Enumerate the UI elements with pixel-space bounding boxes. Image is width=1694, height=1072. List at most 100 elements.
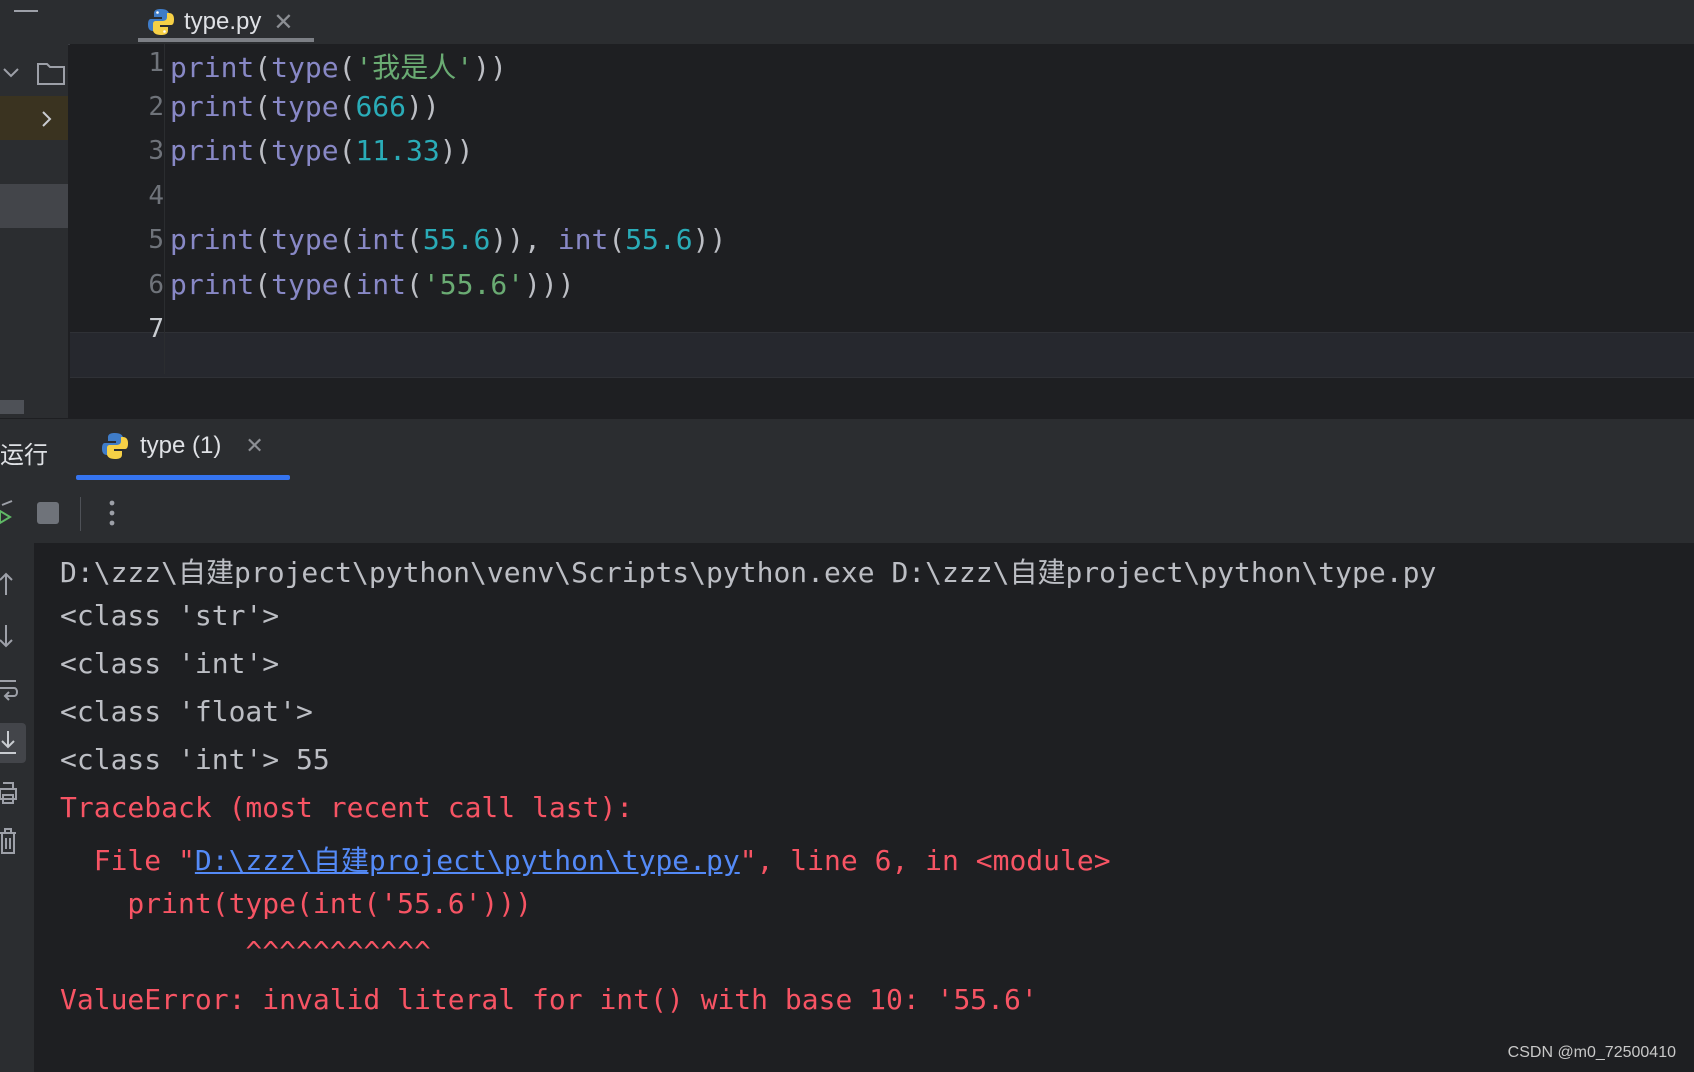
gutter-divider (164, 44, 165, 374)
token: print (170, 51, 255, 84)
print-icon[interactable] (0, 779, 18, 807)
console-output-line: <class 'int'> 55 (60, 743, 330, 776)
tree-row-selected[interactable] (0, 96, 68, 140)
token: print (170, 223, 255, 256)
folder-icon[interactable] (36, 60, 66, 86)
run-tab-label: type (1) (140, 432, 222, 459)
token: )) (692, 223, 727, 256)
console-command-line: D:\zzz\自建project\python\venv\Scripts\pyt… (60, 556, 1437, 589)
token: int (355, 268, 407, 301)
code-line-3[interactable]: print(type(11.33)) (170, 134, 473, 167)
trash-icon[interactable] (0, 827, 18, 857)
token: ( (254, 268, 272, 301)
token: 666 (355, 90, 407, 123)
line-number-current: 7 (148, 314, 164, 344)
token: )), (490, 223, 558, 256)
token: ( (254, 51, 272, 84)
editor-tab-label: type.py (184, 8, 262, 35)
token: ( (608, 223, 626, 256)
traceback-file-suffix: ", line 6, in <module> (739, 844, 1111, 877)
console-output-line: <class 'int'> (60, 647, 280, 680)
line-number: 5 (148, 225, 164, 255)
token: ( (406, 223, 423, 256)
run-title: 运行 (0, 442, 48, 469)
stop-icon[interactable] (36, 501, 60, 525)
arrow-up-icon[interactable] (0, 571, 16, 597)
token: type (271, 90, 339, 123)
token: ( (338, 51, 356, 84)
token: ( (254, 134, 272, 167)
traceback-file-line: File "D:\zzz\自建project\python\type.py", … (60, 839, 1111, 879)
arrow-down-icon[interactable] (0, 623, 16, 649)
traceback-code-line: print(type(int('55.6'))) (60, 887, 533, 920)
line-number: 4 (148, 181, 164, 211)
line-number-gutter: 1 2 3 4 5 6 7 (70, 44, 164, 374)
chevron-right-icon[interactable] (40, 110, 52, 128)
token: int (557, 223, 609, 256)
token: print (170, 90, 255, 123)
project-tool-strip (0, 0, 68, 418)
collapse-icon[interactable] (14, 10, 38, 14)
token: )) (473, 51, 507, 84)
soft-wrap-icon[interactable] (0, 677, 20, 703)
token: 55.6 (625, 223, 693, 256)
code-line-1[interactable]: print(type('我是人')) (170, 46, 507, 86)
error-message: ValueError: invalid literal for int() wi… (60, 983, 1038, 1016)
python-file-icon (102, 433, 128, 459)
scroll-to-end-toggle[interactable] (0, 723, 26, 763)
active-tab-indicator (138, 38, 314, 42)
run-tool-window-header: 运行 type (1) ✕ (0, 418, 1694, 482)
line-number: 3 (148, 136, 164, 166)
active-run-tab-indicator (76, 475, 290, 480)
token: ( (338, 134, 356, 167)
token: ( (338, 268, 356, 301)
console-side-toolbar (0, 543, 34, 1072)
token: int (355, 223, 407, 256)
console-output-line: <class 'str'> (60, 599, 280, 632)
run-tab-type[interactable]: type (1) ✕ (100, 431, 264, 461)
tree-row[interactable] (0, 184, 68, 228)
token: type (271, 134, 339, 167)
watermark: CSDN @m0_72500410 (1507, 1044, 1676, 1061)
run-toolbar (0, 481, 1694, 543)
token: ( (254, 223, 272, 256)
line-number: 1 (148, 48, 164, 78)
rerun-icon[interactable] (0, 497, 16, 527)
token: 55.6 (422, 223, 491, 256)
close-run-tab-icon[interactable]: ✕ (245, 433, 263, 459)
token: )) (439, 134, 474, 167)
scrollbar-thumb[interactable] (0, 400, 24, 414)
code-line-6[interactable]: print(type(int('55.6'))) (170, 268, 575, 301)
line-number: 2 (148, 92, 164, 122)
token: ))) (524, 268, 575, 301)
token: print (170, 134, 255, 167)
more-options-icon[interactable] (108, 499, 116, 527)
token: print (170, 268, 255, 301)
token: ( (338, 223, 356, 256)
token: type (271, 268, 339, 301)
token: type (271, 51, 339, 84)
close-tab-icon[interactable]: ✕ (273, 8, 293, 37)
token: '55.6' (422, 268, 525, 301)
token: ( (254, 90, 272, 123)
line-number: 6 (148, 270, 164, 300)
editor-tab-bar: type.py ✕ (68, 0, 1694, 45)
token: ( (338, 90, 356, 123)
code-line-5[interactable]: print(type(int(55.6)), int(55.6)) (170, 223, 726, 256)
toolbar-separator (80, 497, 81, 531)
python-file-icon (148, 9, 174, 35)
traceback-file-prefix: File " (60, 844, 195, 877)
traceback-header: Traceback (most recent call last): (60, 791, 634, 824)
run-console[interactable]: D:\zzz\自建project\python\venv\Scripts\pyt… (34, 543, 1694, 1072)
traceback-file-link[interactable]: D:\zzz\自建project\python\type.py (195, 844, 740, 877)
code-line-2[interactable]: print(type(666)) (170, 90, 440, 123)
traceback-carets: ^^^^^^^^^^^ (60, 935, 431, 968)
chevron-down-icon[interactable] (2, 66, 20, 80)
token: 11.33 (355, 134, 440, 167)
token: '我是人' (355, 51, 474, 84)
current-line-highlight (70, 332, 1694, 378)
console-output-line: <class 'float'> (60, 695, 313, 728)
token: ( (406, 268, 423, 301)
token: type (271, 223, 339, 256)
code-editor[interactable]: 1 2 3 4 5 6 7 print(type('我是人')) print(t… (70, 44, 1694, 418)
